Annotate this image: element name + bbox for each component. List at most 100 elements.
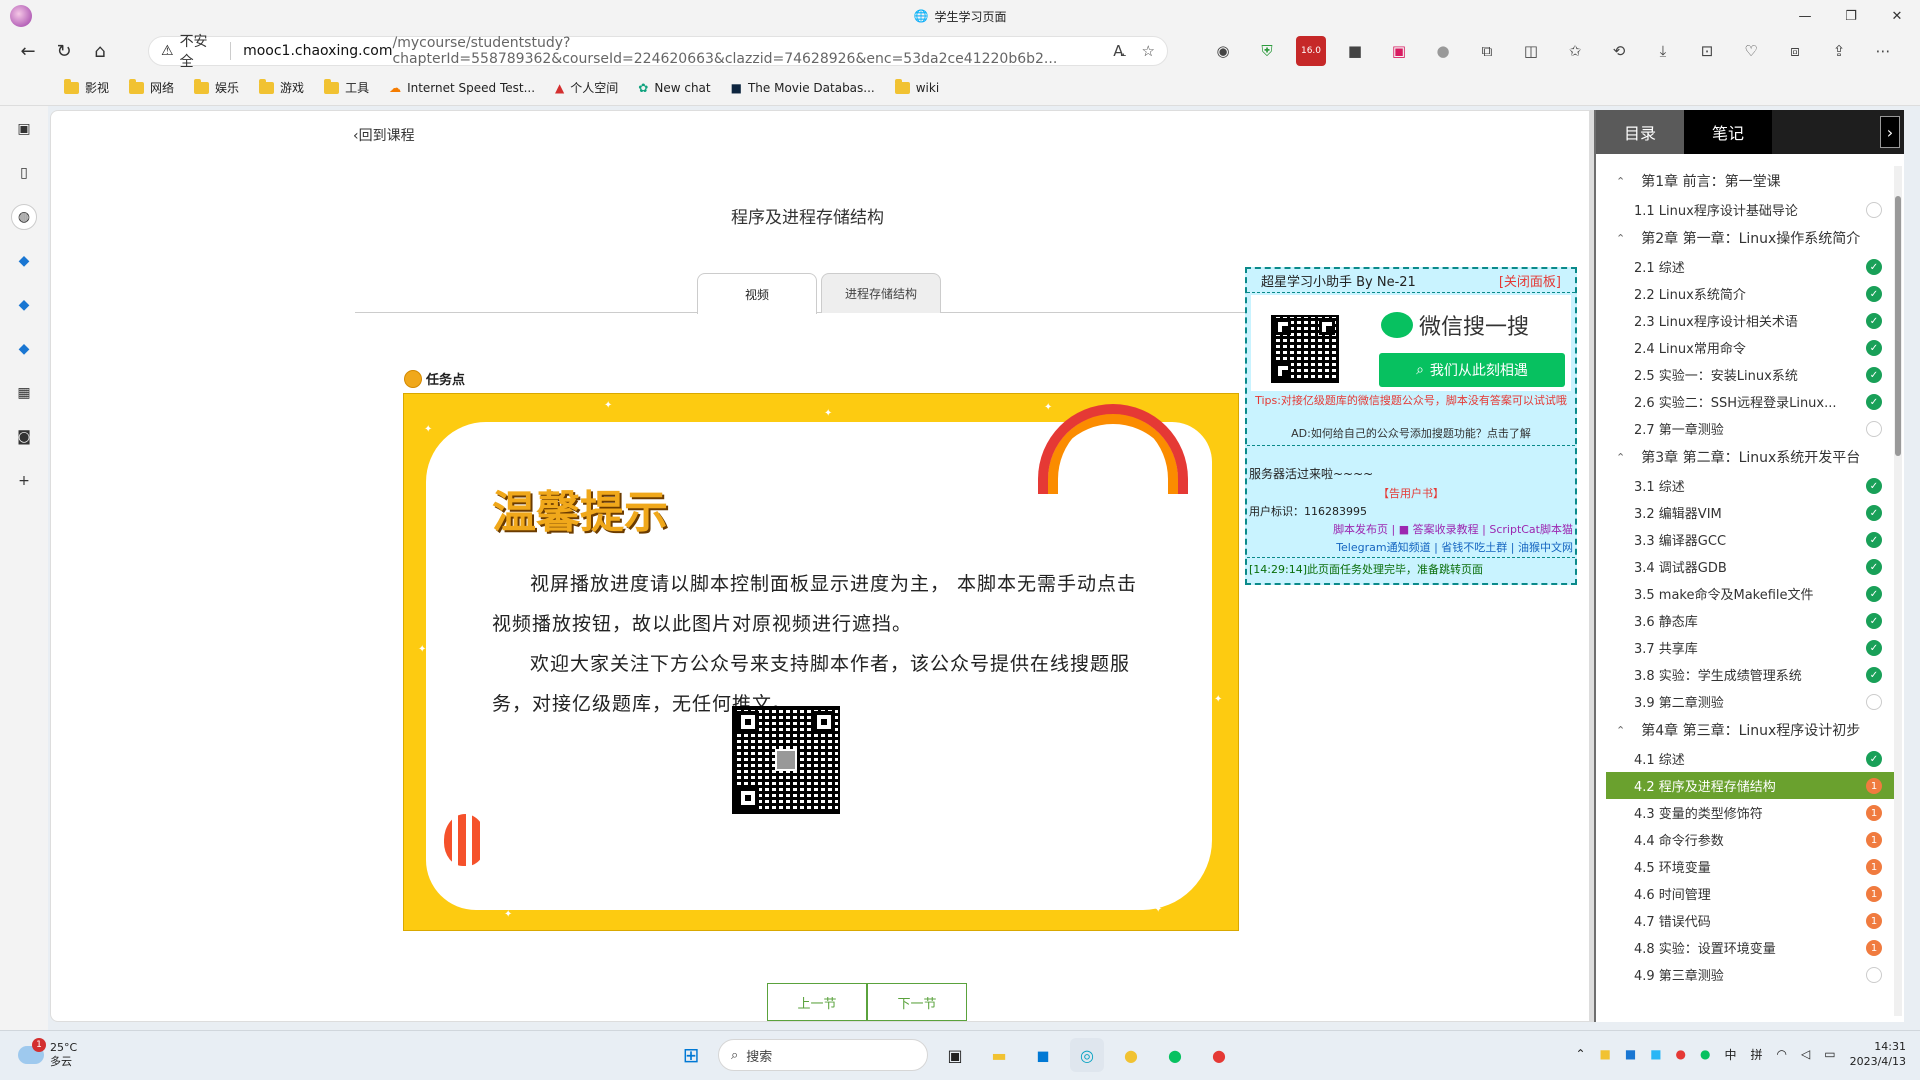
puzzle-icon[interactable]: ⧉ <box>1472 36 1502 66</box>
clock[interactable]: 14:31 2023/4/13 <box>1850 1039 1906 1069</box>
windows-start-icon[interactable]: ⊞ <box>674 1038 708 1072</box>
chevron-up-icon[interactable]: ⌃ <box>1575 1047 1585 1061</box>
refresh-button[interactable]: ↻ <box>46 35 82 67</box>
tray-app-icon[interactable]: ■ <box>1650 1047 1661 1061</box>
helper-ad-link[interactable]: AD:如何给自己的公众号添加搜题功能？点击了解 <box>1247 427 1575 446</box>
weather-widget[interactable]: 1 25°C 多云 <box>18 1038 77 1069</box>
sidebar-item[interactable]: 4.1 综述 ✓ <box>1606 745 1894 772</box>
ime-mode[interactable]: 拼 <box>1751 1046 1763 1063</box>
tray-app-icon[interactable]: ● <box>1700 1047 1710 1061</box>
calendar-icon[interactable]: ▦ <box>11 380 37 406</box>
sidebar-item[interactable]: 3.7 共享库 ✓ <box>1606 634 1894 661</box>
tab-video[interactable]: 视频 <box>697 273 817 314</box>
store-icon[interactable]: ◼ <box>1026 1038 1060 1072</box>
bookmark-folder[interactable]: wiki <box>894 78 939 95</box>
volume-icon[interactable]: ◁ <box>1801 1047 1810 1061</box>
sidebar-item[interactable]: 3.8 实验：学生成绩管理系统 ✓ <box>1606 661 1894 688</box>
profile-avatar[interactable] <box>10 5 32 27</box>
browser-essentials-icon[interactable]: ♡ <box>1736 36 1766 66</box>
sidebar-item[interactable]: 4.9 第三章测验 <box>1606 961 1894 988</box>
sidebar-item[interactable]: 4.5 环境变量 1 <box>1606 853 1894 880</box>
extension-icon[interactable]: ▣ <box>1384 36 1414 66</box>
bookmark-folder[interactable]: 网络 <box>129 78 174 96</box>
ad-banner[interactable]: 微信搜一搜 ⌕ 我们从此刻相遇 <box>1251 295 1571 391</box>
sidebar-item[interactable]: 3.9 第二章测验 <box>1606 688 1894 715</box>
page-icon[interactable]: ▯ <box>11 160 37 186</box>
read-aloud-icon[interactable]: A꜡ <box>1113 42 1123 60</box>
bookmark-folder[interactable]: 游戏 <box>259 78 304 96</box>
tray-app-icon[interactable]: ● <box>1676 1047 1686 1061</box>
sidebar-scrollbar[interactable] <box>1894 166 1902 1016</box>
sidebar-item[interactable]: 3.5 make命令及Makefile文件 ✓ <box>1606 580 1894 607</box>
favorites-icon[interactable]: ✩ <box>1560 36 1590 66</box>
bookmark-link[interactable]: ▲ 个人空间 <box>555 79 618 96</box>
tab-actions-icon[interactable]: ▣ <box>11 116 37 142</box>
tab-process-storage[interactable]: 进程存储结构 <box>821 273 941 313</box>
history-icon[interactable]: ⟲ <box>1604 36 1634 66</box>
tab-notes[interactable]: 笔记 <box>1684 110 1772 154</box>
home-button[interactable]: ⌂ <box>82 35 118 67</box>
sidebar-item[interactable]: 2.5 实验一：安装Linux系统 ✓ <box>1606 361 1894 388</box>
collections-icon[interactable]: ⧈ <box>1780 36 1810 66</box>
tray-app-icon[interactable]: ■ <box>1600 1047 1611 1061</box>
add-icon[interactable]: + <box>11 468 37 494</box>
extension-icon[interactable]: ■ <box>1340 36 1370 66</box>
taskbar-search[interactable]: ⌕ 搜索 <box>718 1039 928 1071</box>
file-explorer-icon[interactable]: ▬ <box>982 1038 1016 1072</box>
chapter-header[interactable]: ⌃ 第2章 第一章：Linux操作系统简介 <box>1606 223 1894 253</box>
task-view-icon[interactable]: ▣ <box>938 1038 972 1072</box>
sidebar-item[interactable]: 3.6 静态库 ✓ <box>1606 607 1894 634</box>
sidebar-item[interactable]: 3.1 综述 ✓ <box>1606 472 1894 499</box>
netease-music-icon[interactable]: ● <box>1202 1038 1236 1072</box>
meet-button[interactable]: ⌕ 我们从此刻相遇 <box>1379 353 1565 387</box>
edge-icon[interactable]: ◎ <box>1070 1038 1104 1072</box>
more-icon[interactable]: ⋯ <box>1868 36 1898 66</box>
extension-badge-icon[interactable]: 16.0 <box>1296 36 1326 66</box>
sidebar-item[interactable]: 4.7 错误代码 1 <box>1606 907 1894 934</box>
sidebar-item[interactable]: 1.1 Linux程序设计基础导论 <box>1606 196 1894 223</box>
sidebar-item[interactable]: 4.4 命令行参数 1 <box>1606 826 1894 853</box>
sidebar-item[interactable]: 3.3 编译器GCC ✓ <box>1606 526 1894 553</box>
sidebar-item[interactable]: 2.7 第一章测验 <box>1606 415 1894 442</box>
chapter-header[interactable]: ⌃ 第3章 第二章：Linux系统开发平台 <box>1606 442 1894 472</box>
sidebar-item[interactable]: 3.4 调试器GDB ✓ <box>1606 553 1894 580</box>
tray-app-icon[interactable]: ■ <box>1625 1047 1636 1061</box>
user-manual-link[interactable]: 【告用户书】 <box>1247 485 1575 501</box>
globe-icon[interactable]: ◍ <box>11 204 37 230</box>
split-screen-icon[interactable]: ◫ <box>1516 36 1546 66</box>
sidebar-item[interactable]: 4.3 变量的类型修饰符 1 <box>1606 799 1894 826</box>
wechat-icon[interactable]: ● <box>1158 1038 1192 1072</box>
chapter-header[interactable]: ⌃ 第4章 第三章：Linux程序设计初步 <box>1606 715 1894 745</box>
back-to-course-link[interactable]: ‹回到课程 <box>353 125 415 145</box>
sidebar-item[interactable]: 4.6 时间管理 1 <box>1606 880 1894 907</box>
extension-icon[interactable]: ◆ <box>11 292 37 318</box>
close-window-button[interactable]: ✕ <box>1874 0 1920 32</box>
app-icon[interactable]: ◙ <box>11 424 37 450</box>
bookmark-folder[interactable]: 娱乐 <box>194 78 239 96</box>
extension-icon[interactable]: ◆ <box>11 336 37 362</box>
shield-icon[interactable]: ⛨ <box>1252 36 1282 66</box>
app-icon[interactable]: ● <box>1114 1038 1148 1072</box>
bookmark-link[interactable]: ☁ Internet Speed Test... <box>389 81 535 95</box>
prev-section-button[interactable]: 上一节 <box>767 983 867 1021</box>
bookmark-link[interactable]: ✿ New chat <box>638 81 710 95</box>
helper-links[interactable]: 脚本发布页 | ■ 答案收录教程 | ScriptCat脚本猫 <box>1333 521 1573 537</box>
sidebar-item[interactable]: 3.2 编辑器VIM ✓ <box>1606 499 1894 526</box>
favorite-star-icon[interactable]: ☆ <box>1142 42 1155 60</box>
bookmark-folder[interactable]: 影视 <box>64 78 109 96</box>
extension-icon[interactable]: ◉ <box>1208 36 1238 66</box>
wifi-icon[interactable]: ◠ <box>1777 1047 1787 1061</box>
tab-directory[interactable]: 目录 <box>1596 110 1684 154</box>
close-panel-button[interactable]: [关闭面板] <box>1499 271 1561 290</box>
screenshot-icon[interactable]: ⊡ <box>1692 36 1722 66</box>
helper-links[interactable]: Telegram通知频道 | 省钱不吃土群 | 油猴中文网 <box>1336 539 1573 555</box>
sidebar-item[interactable]: 4.2 程序及进程存储结构 1 <box>1606 772 1894 799</box>
tab-title[interactable]: 🌐 学生学习页面 <box>914 8 1007 25</box>
share-icon[interactable]: ⇪ <box>1824 36 1854 66</box>
back-button[interactable]: ← <box>10 35 46 67</box>
download-icon[interactable]: ⤓ <box>1648 36 1678 66</box>
minimize-button[interactable]: — <box>1782 0 1828 32</box>
ime-language[interactable]: 中 <box>1725 1046 1737 1063</box>
sidebar-item[interactable]: 2.3 Linux程序设计相关术语 ✓ <box>1606 307 1894 334</box>
extension-icon[interactable]: ● <box>1428 36 1458 66</box>
